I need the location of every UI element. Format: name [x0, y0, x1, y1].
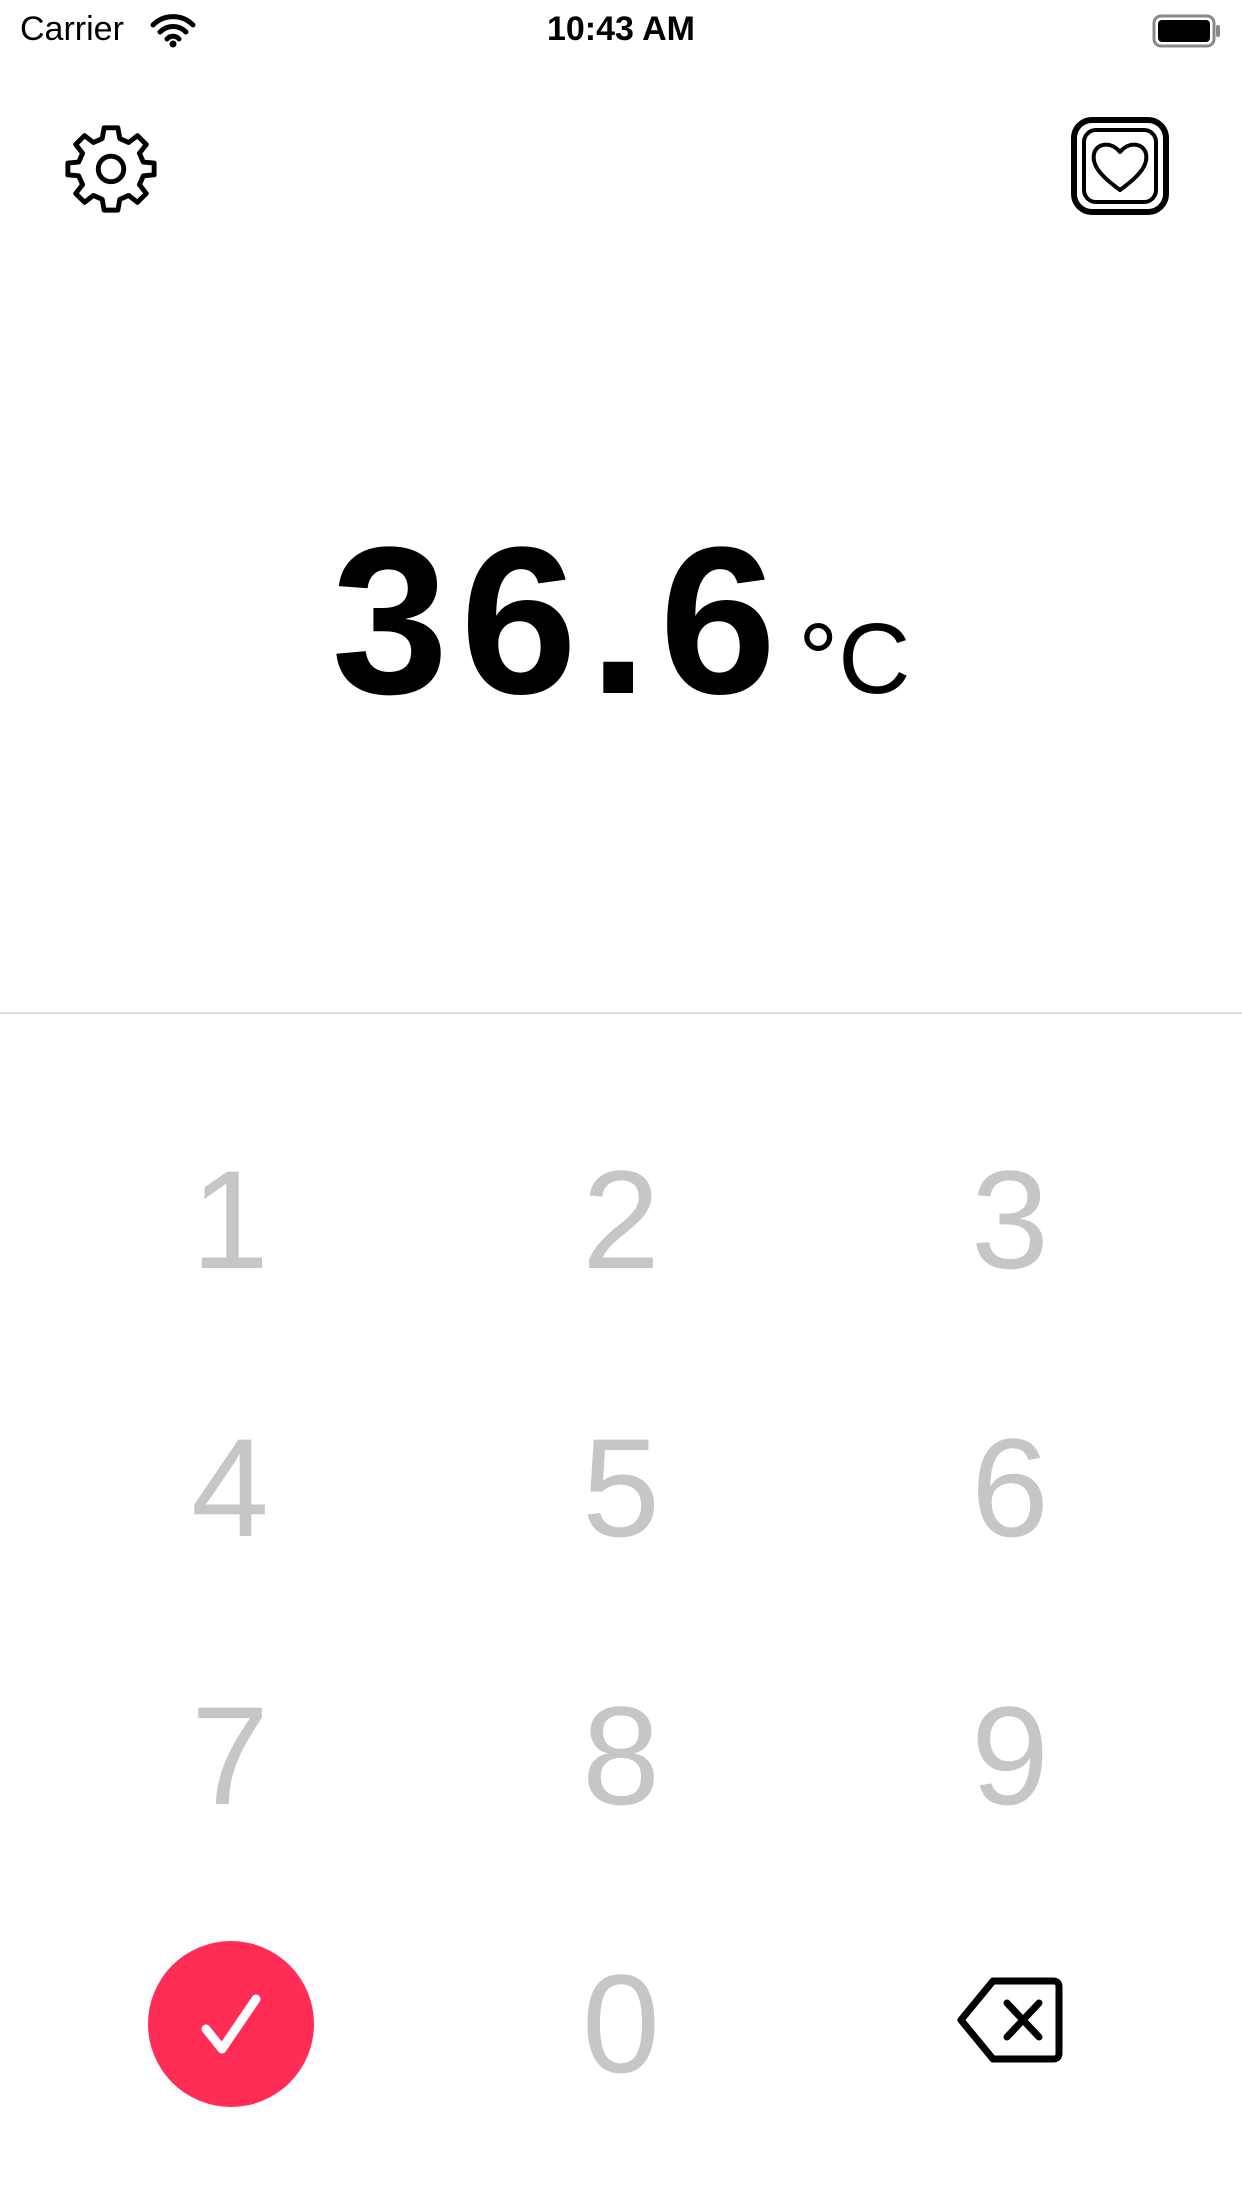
- key-8[interactable]: 8: [471, 1656, 771, 1856]
- temperature-value: 36.6: [331, 503, 789, 738]
- gear-icon[interactable]: [62, 118, 160, 216]
- key-1[interactable]: 1: [80, 1120, 380, 1320]
- key-7[interactable]: 7: [80, 1656, 380, 1856]
- temperature-reading: 36.6 °C: [0, 500, 1242, 742]
- status-time: 10:43 AM: [546, 10, 696, 48]
- backspace-icon[interactable]: [955, 1975, 1065, 2065]
- key-3[interactable]: 3: [860, 1120, 1160, 1320]
- temperature-unit: °C: [798, 603, 911, 715]
- battery-icon: [1152, 14, 1220, 48]
- key-4[interactable]: 4: [80, 1388, 380, 1588]
- divider: [0, 1012, 1242, 1014]
- key-2[interactable]: 2: [471, 1120, 771, 1320]
- checkmark-icon: [201, 1994, 261, 2054]
- key-5[interactable]: 5: [471, 1388, 771, 1588]
- status-bar: Carrier 10:43 AM: [0, 0, 1242, 62]
- heart-square-icon[interactable]: [1070, 116, 1170, 216]
- key-0[interactable]: 0: [471, 1924, 771, 2124]
- confirm-button[interactable]: [148, 1941, 314, 2107]
- key-6[interactable]: 6: [860, 1388, 1160, 1588]
- key-9[interactable]: 9: [860, 1656, 1160, 1856]
